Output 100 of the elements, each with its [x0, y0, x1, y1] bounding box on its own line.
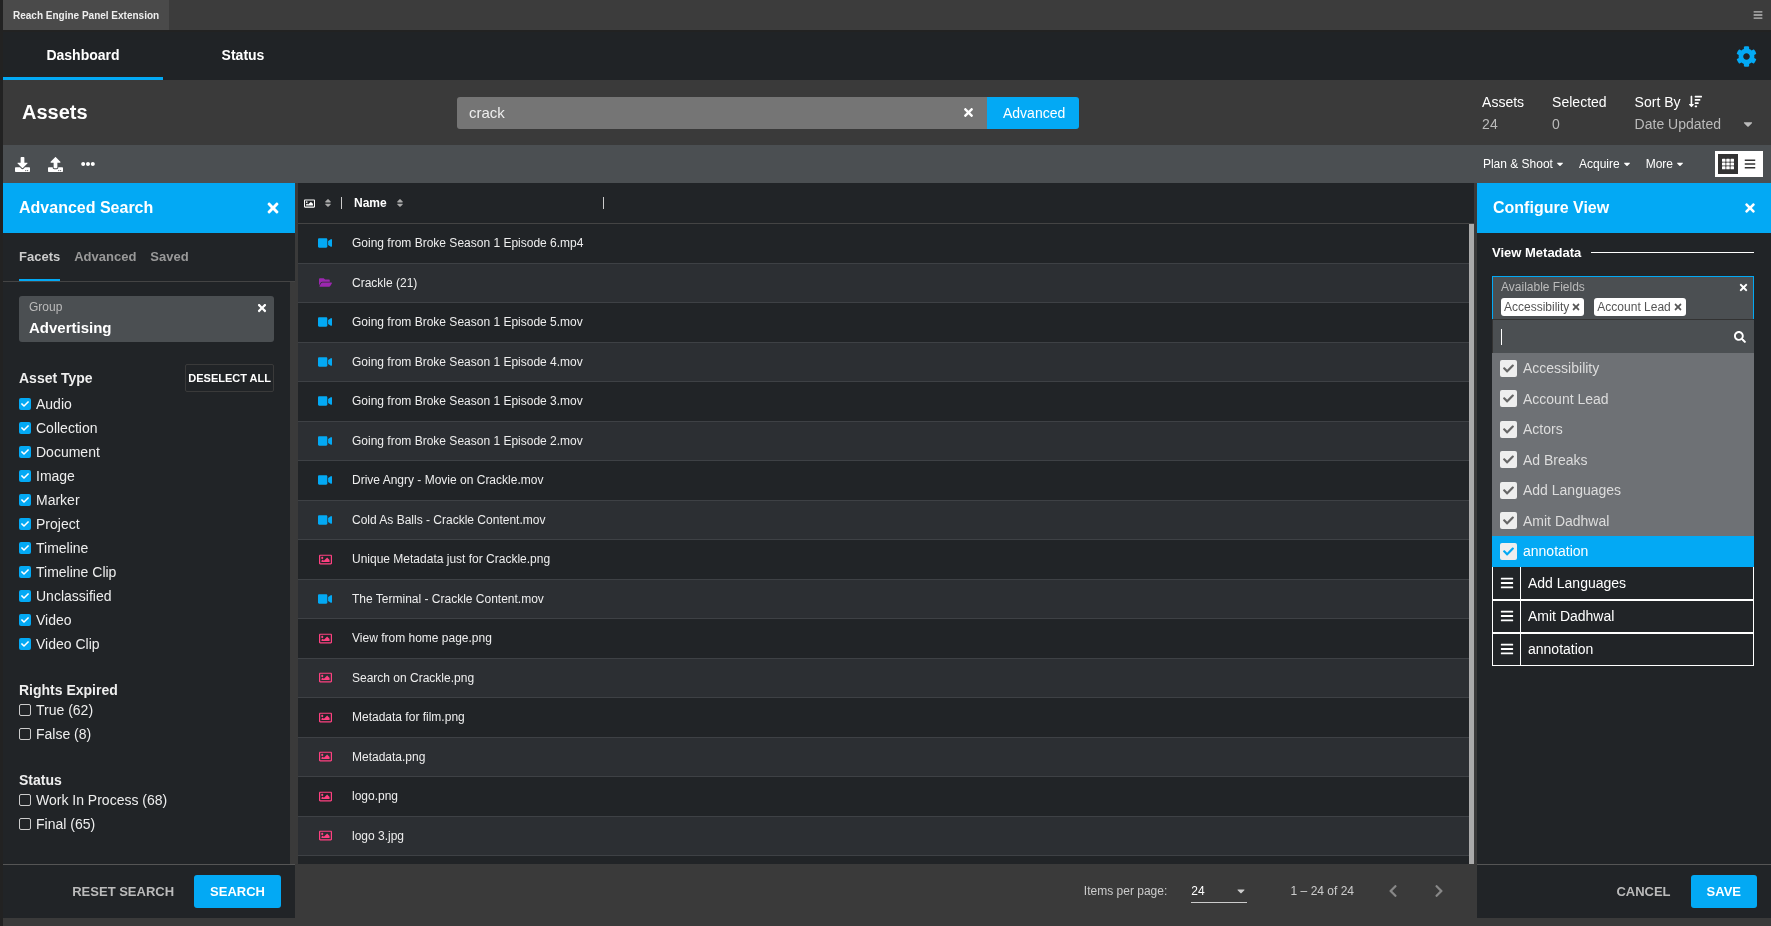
dropdown-option[interactable]: Amit Dadhwal [1492, 505, 1754, 536]
checkbox[interactable] [1500, 542, 1517, 560]
dropdown-option[interactable]: Accessibility [1492, 353, 1754, 384]
panel-title: Configure View [1493, 199, 1610, 217]
panel-tab[interactable]: Advanced [74, 233, 137, 281]
checkbox[interactable] [19, 614, 31, 626]
checkbox[interactable] [19, 566, 31, 578]
remove-button[interactable] [1672, 302, 1683, 312]
search-field[interactable]: crack [457, 96, 987, 129]
checkbox[interactable] [1500, 451, 1517, 469]
checkbox[interactable] [19, 704, 31, 716]
page-title: Assets [22, 101, 89, 124]
sort-select[interactable]: Date Updated [1634, 115, 1721, 132]
menu-icon[interactable] [1753, 10, 1763, 20]
table-cell: logo.png [352, 789, 399, 804]
checkbox-label: True (62) [36, 702, 94, 718]
check-icon [21, 520, 29, 528]
checkbox[interactable] [19, 470, 31, 482]
drag-handle-icon [1499, 575, 1514, 590]
checkbox[interactable] [19, 728, 31, 740]
checkbox[interactable] [19, 446, 31, 458]
table-row[interactable]: Going from Broke Season 1 Episode 4.mov [298, 342, 1469, 382]
table-row[interactable]: The Terminal - Crackle Content.mov [298, 579, 1469, 619]
checkbox[interactable] [1500, 512, 1517, 530]
menu-button[interactable]: Acquire [1574, 157, 1636, 171]
checkbox[interactable] [19, 590, 31, 602]
nav-tab[interactable]: Status [163, 32, 323, 80]
search-field[interactable] [1492, 319, 1754, 353]
checkbox[interactable] [19, 818, 31, 830]
dropdown-option[interactable]: Ad Breaks [1492, 444, 1754, 475]
check-icon [1503, 362, 1514, 374]
sort-icon[interactable] [323, 198, 333, 208]
table-cell: Metadata for film.png [352, 710, 465, 725]
menu-button[interactable]: Plan & Shoot [1478, 157, 1569, 171]
table-cell: logo 3.jpg [352, 828, 405, 843]
checkbox-label: Video Clip [36, 636, 100, 652]
table-cell: Drive Angry - Movie on Crackle.mov [352, 473, 544, 488]
multi-select-field[interactable]: Available Fields Accessibility Account Lead [1492, 276, 1754, 319]
field-chip[interactable]: Accessibility [1501, 298, 1585, 316]
remove-button[interactable] [1571, 302, 1582, 312]
checkbox[interactable] [19, 794, 31, 806]
facet-title: Asset Type [19, 370, 93, 386]
checkbox[interactable] [19, 494, 31, 506]
checkbox[interactable] [1500, 420, 1517, 438]
checkbox-label: Document [36, 444, 100, 460]
checkbox[interactable] [19, 542, 31, 554]
clear-icon[interactable] [962, 106, 975, 119]
upload-icon[interactable] [48, 156, 63, 172]
checkbox[interactable] [1500, 359, 1517, 377]
checkbox[interactable] [19, 422, 31, 434]
sort-icon[interactable] [394, 198, 405, 208]
check-icon [21, 496, 29, 504]
check-icon [21, 544, 29, 552]
close-icon [1743, 201, 1757, 215]
check-icon [21, 640, 29, 648]
image-icon[interactable] [304, 197, 315, 209]
table-row[interactable]: Going from Broke Season 1 Episode 2.mov [298, 421, 1469, 461]
deselect-all-button[interactable]: DESELECT ALL [185, 364, 274, 392]
checkbox-label: Collection [36, 420, 98, 436]
reset-search-button[interactable]: RESET SEARCH [66, 883, 181, 900]
image-icon [318, 631, 332, 645]
table-row[interactable]: Crackle (21) [298, 263, 1469, 303]
dropdown-option[interactable]: Add Languages [1492, 475, 1754, 506]
image-icon [318, 829, 332, 843]
facet-title: Rights Expired [19, 682, 118, 698]
settings-icon[interactable] [1736, 45, 1757, 67]
close-button[interactable] [1738, 282, 1749, 293]
checkbox[interactable] [1500, 481, 1517, 499]
table-cell: Crackle (21) [352, 275, 418, 290]
table-row[interactable]: Metadata.png [298, 737, 1469, 777]
table-cell: Metadata.png [352, 749, 426, 764]
panel-tab[interactable]: Saved [150, 233, 189, 281]
cancel-button[interactable]: CANCEL [1610, 883, 1677, 900]
stat-label: Selected [1552, 93, 1607, 110]
close-button[interactable] [256, 302, 268, 314]
field-chip[interactable]: Account Lead [1594, 298, 1686, 316]
video-camera-icon [318, 354, 332, 369]
table-row[interactable]: Cold As Balls - Crackle Content.mov [298, 500, 1469, 540]
table-row[interactable]: logo 3.jpg [298, 816, 1469, 856]
download-icon[interactable] [15, 156, 30, 172]
checkbox-label: Work In Process (68) [36, 792, 168, 808]
table-row[interactable]: Search on Crackle.png [298, 658, 1469, 698]
checkbox[interactable] [19, 398, 31, 410]
dropdown-option[interactable]: Actors [1492, 414, 1754, 445]
checkbox-label: Final (65) [36, 816, 96, 832]
image-icon [318, 750, 332, 764]
sort-icon[interactable] [1688, 95, 1702, 108]
checkbox[interactable] [19, 638, 31, 650]
facet-title: Status [19, 772, 62, 788]
image-icon [318, 710, 332, 724]
checkbox[interactable] [1500, 390, 1517, 408]
panel-tab[interactable]: Facets [19, 233, 61, 281]
grid-view-button[interactable] [1718, 154, 1738, 174]
items-per-page-select[interactable]: 24 [1191, 879, 1247, 903]
column-header[interactable]: Name [354, 196, 387, 210]
menu-button[interactable]: More [1641, 157, 1689, 171]
search-icon[interactable] [1734, 330, 1746, 343]
checkbox[interactable] [19, 518, 31, 530]
dropdown-option[interactable]: Account Lead [1492, 383, 1754, 414]
items-per-page-label: Items per page: [1083, 884, 1168, 898]
